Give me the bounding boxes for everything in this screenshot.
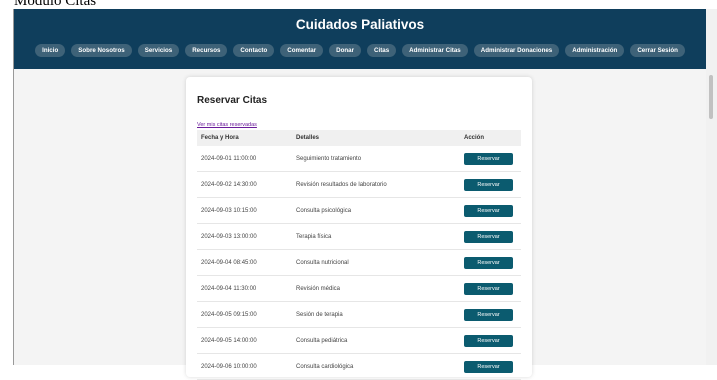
table-row: 2024-09-03 10:15:00 Consulta psicológica… [197, 197, 521, 224]
site-title: Cuidados Paliativos [295, 17, 425, 32]
nav-comentar[interactable]: Comentar [280, 44, 324, 57]
row-detail: Revisión médica [292, 275, 460, 302]
nav-recursos[interactable]: Recursos [185, 44, 228, 57]
card-title: Reservar Citas [197, 95, 268, 106]
reserve-button[interactable]: Reservar [464, 334, 513, 347]
row-datetime: 2024-09-03 10:15:00 [197, 197, 292, 224]
reserve-button[interactable]: Reservar [464, 256, 513, 269]
row-datetime: 2024-09-05 14:00:00 [197, 327, 292, 354]
nav-citas[interactable]: Citas [367, 44, 397, 57]
vertical-scrollbar[interactable] [706, 9, 717, 365]
reserve-button[interactable]: Reservar [464, 230, 513, 243]
row-action-cell: Reservar [460, 197, 521, 224]
nav-administracion[interactable]: Administración [565, 44, 625, 57]
nav-inicio[interactable]: Inicio [35, 44, 66, 57]
column-header-details: Detalles [292, 130, 460, 146]
row-action-cell: Reservar [460, 249, 521, 276]
nav-donar[interactable]: Donar [329, 44, 362, 57]
row-action-cell: Reservar [460, 275, 521, 302]
appointments-table: Fecha y Hora Detalles Acción 2024-09-01 … [197, 130, 521, 380]
row-detail: Consulta pediátrica [292, 327, 460, 354]
browser-viewport: Cuidados Paliativos Inicio Sobre Nosotro… [13, 9, 706, 380]
reserve-button[interactable]: Reservar [464, 282, 513, 295]
reserve-button[interactable]: Reservar [464, 204, 513, 217]
table-header-row: Fecha y Hora Detalles Acción [197, 130, 521, 146]
row-action-cell: Reservar [460, 301, 521, 328]
row-datetime: 2024-09-03 13:00:00 [197, 223, 292, 250]
row-detail: Consulta cardiológica [292, 353, 460, 380]
page-caption: Modulo Citas [14, 0, 97, 9]
my-appointments-link[interactable]: Ver mis citas reservadas [197, 122, 257, 128]
row-datetime: 2024-09-06 10:00:00 [197, 353, 292, 380]
row-action-cell: Reservar [460, 146, 521, 172]
scrollbar-thumb[interactable] [709, 75, 713, 119]
nav-cerrar-sesion[interactable]: Cerrar Sesión [630, 44, 685, 57]
column-header-action: Acción [460, 130, 521, 146]
table-row: 2024-09-04 08:45:00 Consulta nutricional… [197, 249, 521, 276]
nav-administrar-citas[interactable]: Administrar Citas [402, 44, 468, 57]
row-datetime: 2024-09-04 11:30:00 [197, 275, 292, 302]
site-header: Cuidados Paliativos Inicio Sobre Nosotro… [14, 9, 706, 69]
row-action-cell: Reservar [460, 171, 521, 198]
reserve-button[interactable]: Reservar [464, 178, 513, 191]
reserve-button[interactable]: Reservar [464, 308, 513, 321]
row-datetime: 2024-09-02 14:30:00 [197, 171, 292, 198]
row-detail: Terapia física [292, 223, 460, 250]
row-action-cell: Reservar [460, 353, 521, 380]
table-row: 2024-09-05 09:15:00 Sesión de terapia Re… [197, 301, 521, 328]
nav-contacto[interactable]: Contacto [233, 44, 275, 57]
table-row: 2024-09-04 11:30:00 Revisión médica Rese… [197, 275, 521, 302]
row-detail: Seguimiento tratamiento [292, 146, 460, 172]
nav-sobre-nosotros[interactable]: Sobre Nosotros [71, 44, 132, 57]
nav-administrar-donaciones[interactable]: Administrar Donaciones [473, 44, 560, 57]
row-detail: Revisión resultados de laboratorio [292, 171, 460, 198]
reserve-button[interactable]: Reservar [464, 152, 513, 165]
table-row: 2024-09-01 11:00:00 Seguimiento tratamie… [197, 146, 521, 172]
row-detail: Consulta psicológica [292, 197, 460, 224]
row-datetime: 2024-09-04 08:45:00 [197, 249, 292, 276]
row-datetime: 2024-09-05 09:15:00 [197, 301, 292, 328]
table-row: 2024-09-06 10:00:00 Consulta cardiológic… [197, 353, 521, 380]
row-datetime: 2024-09-01 11:00:00 [197, 146, 292, 172]
main-nav: Inicio Sobre Nosotros Servicios Recursos… [14, 44, 706, 57]
reserve-button[interactable]: Reservar [464, 360, 513, 373]
column-header-datetime: Fecha y Hora [197, 130, 292, 146]
row-detail: Sesión de terapia [292, 301, 460, 328]
table-row: 2024-09-03 13:00:00 Terapia física Reser… [197, 223, 521, 250]
row-detail: Consulta nutricional [292, 249, 460, 276]
table-row: 2024-09-02 14:30:00 Revisión resultados … [197, 171, 521, 198]
row-action-cell: Reservar [460, 223, 521, 250]
reservation-card: Reservar Citas Ver mis citas reservadas … [186, 77, 532, 380]
table-row: 2024-09-05 14:00:00 Consulta pediátrica … [197, 327, 521, 354]
row-action-cell: Reservar [460, 327, 521, 354]
nav-servicios[interactable]: Servicios [137, 44, 180, 57]
